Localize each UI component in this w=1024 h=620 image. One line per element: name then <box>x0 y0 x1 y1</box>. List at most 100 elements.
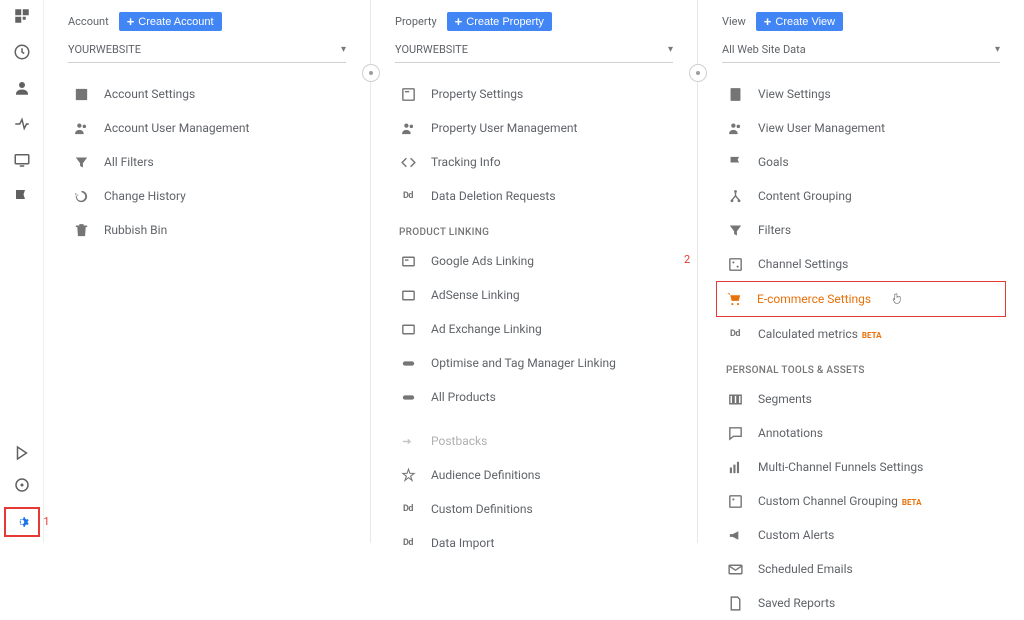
account-column: Account +Create Account YOURWEBSITE▾ Acc… <box>44 0 371 543</box>
dd-icon: Dd <box>726 325 744 343</box>
settings-page-icon <box>726 85 744 103</box>
custom-channel-grouping-item[interactable]: Custom Channel GroupingBETA <box>722 484 1000 518</box>
create-account-button[interactable]: +Create Account <box>119 12 222 31</box>
channel-settings-item[interactable]: Channel Settings <box>722 247 1000 281</box>
annotations-item[interactable]: Annotations <box>722 416 1000 450</box>
segments-icon <box>726 390 744 408</box>
users-icon <box>72 119 90 137</box>
column-label-property: Property <box>395 15 437 28</box>
personal-tools-header: PERSONAL TOOLS & ASSETS <box>722 351 1000 382</box>
grouping-icon <box>726 187 744 205</box>
segments-item[interactable]: Segments <box>722 382 1000 416</box>
audience-icon <box>399 466 417 484</box>
plus-icon: + <box>127 15 135 28</box>
dd-icon: Dd <box>399 534 417 552</box>
property-column: Property +Create Property YOURWEBSITE▾ P… <box>371 0 698 543</box>
adsense-linking-item[interactable]: AdSense Linking <box>395 278 673 312</box>
trash-icon <box>72 221 90 239</box>
annotation-1: 1 <box>43 515 49 528</box>
code-icon <box>399 153 417 171</box>
property-settings-item[interactable]: Property Settings <box>395 77 673 111</box>
account-user-mgmt-item[interactable]: Account User Management <box>68 111 346 145</box>
change-history-item[interactable]: Change History <box>68 179 346 213</box>
property-selector[interactable]: YOURWEBSITE▾ <box>395 39 673 63</box>
document-icon <box>726 594 744 612</box>
content-grouping-item[interactable]: Content Grouping <box>722 179 1000 213</box>
view-user-mgmt-item[interactable]: View User Management <box>722 111 1000 145</box>
plus-icon: + <box>455 15 463 28</box>
users-icon <box>399 119 417 137</box>
calculated-metrics-item[interactable]: Dd Calculated metricsBETA <box>722 317 1000 351</box>
attribution-icon[interactable] <box>12 443 32 463</box>
postbacks-item[interactable]: Postbacks <box>395 424 673 458</box>
audience-definitions-item[interactable]: Audience Definitions <box>395 458 673 492</box>
bar-chart-icon <box>726 458 744 476</box>
channel-icon <box>726 255 744 273</box>
data-deletion-item[interactable]: Dd Data Deletion Requests <box>395 179 673 213</box>
saved-reports-item[interactable]: Saved Reports <box>722 586 1000 620</box>
admin-gear-icon[interactable] <box>12 512 32 532</box>
discover-icon[interactable] <box>12 475 32 495</box>
megaphone-icon <box>726 526 744 544</box>
chevron-down-icon: ▾ <box>341 44 346 55</box>
ecommerce-settings-item[interactable]: E-commerce Settings <box>721 288 1001 310</box>
clock-icon[interactable] <box>12 42 32 62</box>
filter-icon <box>72 153 90 171</box>
admin-gear-highlight: 1 <box>4 507 40 537</box>
create-view-button[interactable]: +Create View <box>756 12 843 31</box>
ecommerce-highlight: E-commerce Settings <box>716 281 1006 317</box>
custom-alerts-item[interactable]: Custom Alerts <box>722 518 1000 552</box>
custom-definitions-item[interactable]: Dd Custom Definitions <box>395 492 673 526</box>
property-user-mgmt-item[interactable]: Property User Management <box>395 111 673 145</box>
comment-icon <box>726 424 744 442</box>
account-selector[interactable]: YOURWEBSITE▾ <box>68 39 346 63</box>
home-icon[interactable] <box>12 6 32 26</box>
dd-icon: Dd <box>399 500 417 518</box>
cursor-hand-icon <box>891 291 904 307</box>
all-filters-item[interactable]: All Filters <box>68 145 346 179</box>
mcf-settings-item[interactable]: Multi-Channel Funnels Settings <box>722 450 1000 484</box>
link-icon <box>399 354 417 372</box>
cart-icon <box>725 290 743 308</box>
link-icon <box>399 388 417 406</box>
ad-exchange-linking-item[interactable]: Ad Exchange Linking <box>395 312 673 346</box>
rubbish-bin-item[interactable]: Rubbish Bin <box>68 213 346 247</box>
filter-icon <box>726 221 744 239</box>
view-selector[interactable]: All Web Site Data▾ <box>722 39 1000 63</box>
scheduled-emails-item[interactable]: Scheduled Emails <box>722 552 1000 586</box>
account-settings-item[interactable]: Account Settings <box>68 77 346 111</box>
view-column: 2 View +Create View All Web Site Data▾ V… <box>698 0 1024 543</box>
settings-page-icon <box>399 85 417 103</box>
all-products-item[interactable]: All Products <box>395 380 673 414</box>
users-icon <box>726 119 744 137</box>
flag-icon <box>726 153 744 171</box>
annotation-2: 2 <box>684 253 690 266</box>
postbacks-icon <box>399 432 417 450</box>
behaviour-icon[interactable] <box>12 150 32 170</box>
channel-icon <box>726 492 744 510</box>
admin-content: Account +Create Account YOURWEBSITE▾ Acc… <box>44 0 1024 543</box>
tracking-info-item[interactable]: Tracking Info <box>395 145 673 179</box>
product-linking-header: PRODUCT LINKING <box>395 213 673 244</box>
filters-item[interactable]: Filters <box>722 213 1000 247</box>
column-label-view: View <box>722 15 746 28</box>
plus-icon: + <box>764 15 772 28</box>
history-icon <box>72 187 90 205</box>
adexchange-icon <box>399 320 417 338</box>
view-settings-item[interactable]: View Settings <box>722 77 1000 111</box>
google-ads-linking-item[interactable]: Google Ads Linking <box>395 244 673 278</box>
create-property-button[interactable]: +Create Property <box>447 12 552 31</box>
acquisition-icon[interactable] <box>12 114 32 134</box>
settings-page-icon <box>72 85 90 103</box>
chevron-down-icon: ▾ <box>668 44 673 55</box>
chevron-down-icon: ▾ <box>995 44 1000 55</box>
data-import-item[interactable]: Dd Data Import <box>395 526 673 560</box>
conversions-icon[interactable] <box>12 186 32 206</box>
adsense-icon <box>399 286 417 304</box>
goals-item[interactable]: Goals <box>722 145 1000 179</box>
email-icon <box>726 560 744 578</box>
user-icon[interactable] <box>12 78 32 98</box>
dd-icon: Dd <box>399 187 417 205</box>
optimise-linking-item[interactable]: Optimise and Tag Manager Linking <box>395 346 673 380</box>
left-sidebar: 1 <box>0 0 44 543</box>
